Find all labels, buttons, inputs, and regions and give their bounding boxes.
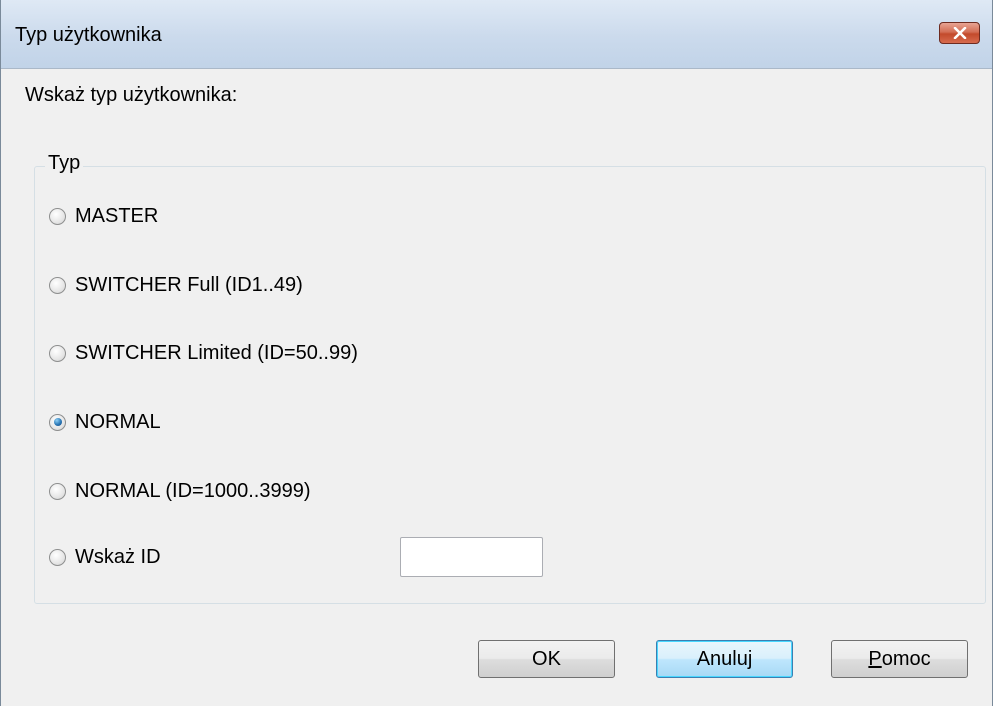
radio-button[interactable] xyxy=(49,276,66,294)
radio-label-normal-range: NORMAL (ID=1000..3999) xyxy=(75,479,311,502)
cancel-button[interactable]: Anuluj xyxy=(656,640,793,678)
id-input[interactable] xyxy=(400,537,543,577)
radio-label-switcher-limited: SWITCHER Limited (ID=50..99) xyxy=(75,341,358,364)
radio-switcher-limited[interactable]: SWITCHER Limited (ID=50..99) xyxy=(49,340,358,366)
radio-label-switcher-full: SWITCHER Full (ID1..49) xyxy=(75,273,303,296)
radio-normal[interactable]: NORMAL xyxy=(49,409,161,435)
radio-custom-id[interactable]: Wskaż ID xyxy=(49,544,161,570)
radio-master[interactable]: MASTER xyxy=(49,203,158,229)
close-x-icon xyxy=(953,27,967,39)
radio-label-custom-id: Wskaż ID xyxy=(75,545,161,568)
radio-button[interactable] xyxy=(49,344,66,362)
radio-button[interactable] xyxy=(49,413,66,431)
help-button[interactable]: Pomoc xyxy=(831,640,968,678)
instruction-label: Wskaż typ użytkownika: xyxy=(25,84,238,106)
ok-button[interactable]: OK xyxy=(478,640,615,678)
help-label: omoc xyxy=(881,647,931,670)
radio-label-master: MASTER xyxy=(75,204,159,227)
radio-switcher-full[interactable]: SWITCHER Full (ID1..49) xyxy=(49,272,303,298)
title-bar[interactable]: Typ użytkownika xyxy=(1,0,992,69)
help-mnemonic: P xyxy=(868,647,882,670)
radio-button[interactable] xyxy=(49,207,66,225)
window-title: Typ użytkownika xyxy=(15,24,162,46)
groupbox-legend: Typ xyxy=(45,152,84,175)
radio-button[interactable] xyxy=(49,548,66,566)
radio-button[interactable] xyxy=(49,482,66,500)
close-button[interactable] xyxy=(939,22,980,44)
radio-normal-range[interactable]: NORMAL (ID=1000..3999) xyxy=(49,478,310,504)
dialog-window: Typ użytkownika Wskaż typ użytkownika: T… xyxy=(0,0,993,706)
radio-label-normal: NORMAL xyxy=(75,410,161,433)
